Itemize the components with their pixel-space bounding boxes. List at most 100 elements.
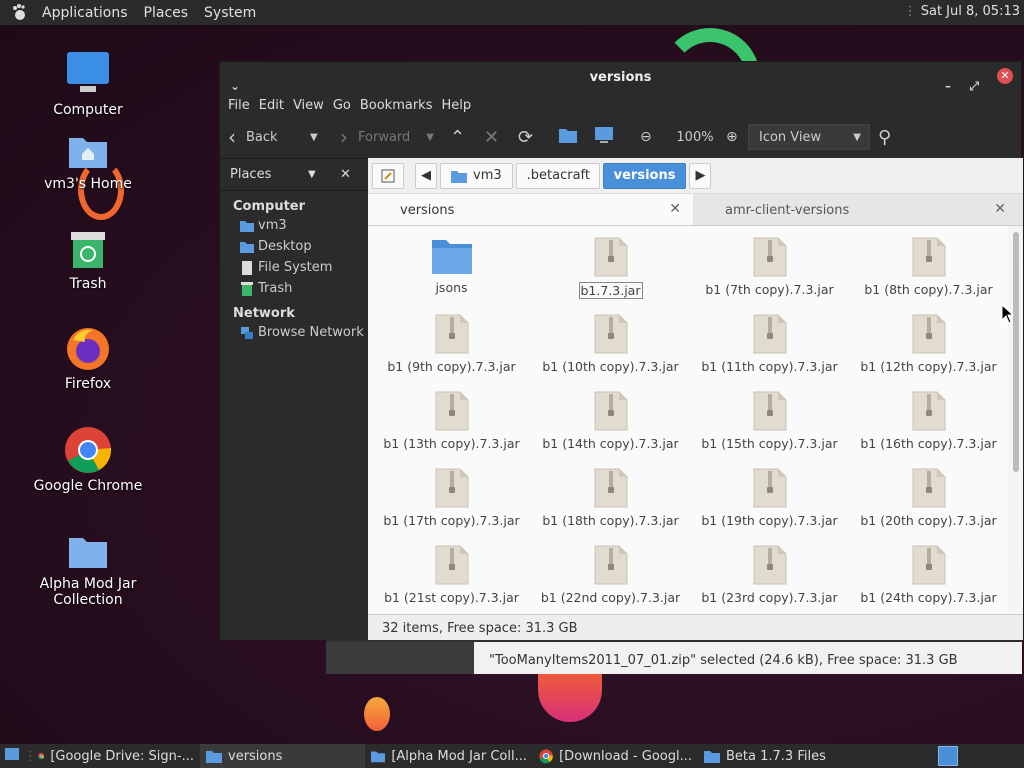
taskbar-item[interactable]: [Download - Googl... xyxy=(533,744,698,768)
stop-icon[interactable]: ✕ xyxy=(484,127,518,148)
file-item[interactable]: b1 (20th copy).7.3.jar xyxy=(849,467,1008,528)
places-menu[interactable]: Places xyxy=(136,5,197,21)
chevron-down-icon: ▼ xyxy=(853,131,861,143)
desktop-icon-chrome[interactable]: Google Chrome xyxy=(33,426,143,494)
file-name: b1 (23rd copy).7.3.jar xyxy=(701,590,838,605)
path-scroll-right[interactable]: ▶ xyxy=(689,162,712,189)
taskbar-item[interactable]: [Google Drive: Sign-... xyxy=(32,744,200,768)
close-icon[interactable]: ✕ xyxy=(340,167,351,182)
close-button[interactable]: ✕ xyxy=(997,68,1013,84)
zoom-out-icon[interactable]: ⊖ xyxy=(640,129,664,145)
scrollbar[interactable] xyxy=(1013,232,1019,472)
sidebar-header[interactable]: Places ▼ ✕ xyxy=(220,159,368,191)
top-panel: Applications Places System ⋮ Sat Jul 8, … xyxy=(0,0,1024,25)
breadcrumb-betacraft[interactable]: .betacraft xyxy=(515,162,600,189)
view-mode-select[interactable]: Icon View ▼ xyxy=(748,124,870,150)
file-item[interactable]: b1 (19th copy).7.3.jar xyxy=(690,467,849,528)
sidebar-item-file-system[interactable]: File System xyxy=(220,256,368,277)
status-bar: 32 items, Free space: 31.3 GB xyxy=(368,614,1023,640)
system-menu[interactable]: System xyxy=(196,5,264,21)
file-item[interactable]: b1 (7th copy).7.3.jar xyxy=(690,236,849,297)
menu-bookmarks[interactable]: Bookmarks xyxy=(360,98,442,113)
taskbar-item[interactable]: versions xyxy=(200,744,365,768)
computer-icon[interactable] xyxy=(594,126,640,148)
close-tab-icon[interactable]: ✕ xyxy=(669,201,681,217)
file-item[interactable]: b1 (17th copy).7.3.jar xyxy=(372,467,531,528)
sidebar-item-desktop[interactable]: Desktop xyxy=(220,235,368,256)
home-folder-icon xyxy=(451,170,467,183)
file-item[interactable]: b1 (22nd copy).7.3.jar xyxy=(531,544,690,605)
folder-item[interactable]: jsons xyxy=(372,236,531,295)
sidebar-item-vm3[interactable]: vm3 xyxy=(220,214,368,235)
separator-icon: ⋮ xyxy=(24,748,37,764)
taskbar-item[interactable]: [Alpha Mod Jar Coll... xyxy=(365,744,533,768)
menu-go[interactable]: Go xyxy=(333,98,360,113)
taskbar-item-label: [Alpha Mod Jar Coll... xyxy=(391,748,527,764)
taskbar-item[interactable]: Beta 1.7.3 Files xyxy=(698,744,863,768)
sidebar-item-trash[interactable]: Trash xyxy=(220,277,368,298)
back-button[interactable]: ‹ Back xyxy=(228,125,310,149)
desktop-icon-home[interactable]: vm3's Home xyxy=(33,132,143,192)
chevron-down-icon[interactable]: ▼ xyxy=(308,169,316,180)
up-icon[interactable]: ⌃ xyxy=(450,127,484,148)
search-icon[interactable]: ⚲ xyxy=(878,127,891,148)
show-desktop-icon[interactable] xyxy=(0,746,24,766)
file-item[interactable]: b1 (18th copy).7.3.jar xyxy=(531,467,690,528)
file-name: b1 (10th copy).7.3.jar xyxy=(542,359,679,374)
sidebar-item-browse-network[interactable]: Browse Network xyxy=(220,321,368,342)
file-item[interactable]: b1 (10th copy).7.3.jar xyxy=(531,313,690,374)
file-item[interactable]: b1 (15th copy).7.3.jar xyxy=(690,390,849,451)
tab-amr-client-versions[interactable]: amr-client-versions ✕ xyxy=(693,194,1018,225)
menu-view[interactable]: View xyxy=(293,98,333,113)
file-item[interactable]: b1 (8th copy).7.3.jar xyxy=(849,236,1008,297)
file-item[interactable]: b1 (11th copy).7.3.jar xyxy=(690,313,849,374)
file-item[interactable]: b1 (24th copy).7.3.jar xyxy=(849,544,1008,605)
zoom-in-icon[interactable]: ⊕ xyxy=(726,129,748,145)
path-scroll-left[interactable]: ◀ xyxy=(415,162,437,189)
breadcrumb-versions[interactable]: versions xyxy=(602,162,687,189)
menu-edit[interactable]: Edit xyxy=(259,98,293,113)
file-manager-window[interactable]: ⌄ versions – ⤢ ✕ File Edit View Go Bookm… xyxy=(219,61,1023,640)
file-grid: jsons b1.7.3.jar b1 (7th copy).7.3.jar b1 (… xyxy=(368,226,1008,614)
desktop-icon-trash[interactable]: Trash xyxy=(33,230,143,292)
maximize-button[interactable]: ⤢ xyxy=(969,70,979,102)
gnome-foot-icon[interactable] xyxy=(10,3,30,23)
file-item[interactable]: b1 (16th copy).7.3.jar xyxy=(849,390,1008,451)
jar-archive-icon xyxy=(753,391,786,431)
applications-menu[interactable]: Applications xyxy=(34,5,136,21)
trash-icon xyxy=(241,281,253,296)
file-item[interactable]: b1 (14th copy).7.3.jar xyxy=(531,390,690,451)
jar-archive-icon xyxy=(912,391,945,431)
file-item[interactable]: b1 (9th copy).7.3.jar xyxy=(372,313,531,374)
clock[interactable]: ⋮ Sat Jul 8, 05:13 xyxy=(904,4,1020,19)
file-item[interactable]: b1.7.3.jar xyxy=(531,236,690,299)
forward-history-dropdown[interactable]: ▼ xyxy=(426,132,434,143)
reload-icon[interactable]: ⟳ xyxy=(518,127,558,148)
file-item[interactable]: b1 (21st copy).7.3.jar xyxy=(372,544,531,605)
desktop-icon-firefox[interactable]: Firefox xyxy=(33,326,143,392)
tab-versions[interactable]: versions ✕ xyxy=(368,194,693,225)
jar-archive-icon xyxy=(435,468,468,508)
back-history-dropdown[interactable]: ▼ xyxy=(310,132,340,143)
file-item[interactable]: b1 (23rd copy).7.3.jar xyxy=(690,544,849,605)
menu-help[interactable]: Help xyxy=(441,98,480,113)
arrow-right-icon: › xyxy=(340,125,348,149)
window-menu-icon[interactable]: ⌄ xyxy=(230,70,240,102)
file-name: b1 (13th copy).7.3.jar xyxy=(383,436,520,451)
home-icon[interactable] xyxy=(558,126,594,148)
edit-location-button[interactable] xyxy=(372,162,404,189)
file-name: b1 (24th copy).7.3.jar xyxy=(860,590,997,605)
window-titlebar[interactable]: ⌄ versions – ⤢ ✕ xyxy=(220,62,1021,94)
minimize-button[interactable]: – xyxy=(945,70,951,102)
file-item[interactable]: b1 (13th copy).7.3.jar xyxy=(372,390,531,451)
breadcrumb-vm3[interactable]: vm3 xyxy=(440,162,513,189)
forward-button[interactable]: › Forward ▼ xyxy=(340,125,450,149)
file-item[interactable]: b1 (12th copy).7.3.jar xyxy=(849,313,1008,374)
file-name: b1 (12th copy).7.3.jar xyxy=(860,359,997,374)
workspace-switcher[interactable] xyxy=(938,746,958,766)
desktop-icon-label: Alpha Mod Jar Collection xyxy=(39,576,137,608)
desktop-icon-label: vm3's Home xyxy=(44,176,132,192)
close-tab-icon[interactable]: ✕ xyxy=(994,201,1006,217)
desktop-icon-alpha-mod-jar-collection[interactable]: Alpha Mod Jar Collection xyxy=(33,532,143,608)
desktop-icon-computer[interactable]: Computer xyxy=(33,50,143,118)
